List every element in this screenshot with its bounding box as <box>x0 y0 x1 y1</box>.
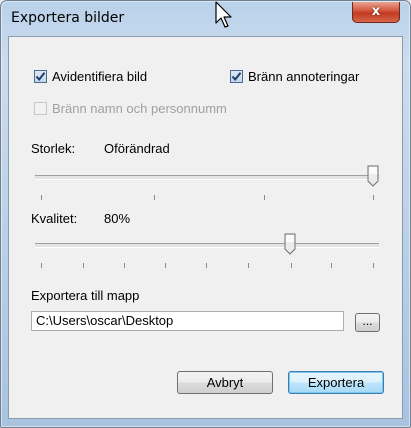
mouse-cursor-icon <box>215 1 232 28</box>
title-bar[interactable]: Exportera bilder x <box>1 1 410 35</box>
size-value: Oförändrad <box>104 141 170 156</box>
slider-tick <box>154 195 155 200</box>
slider-tick <box>41 195 42 200</box>
checkbox-box <box>34 102 47 115</box>
slider-tick <box>83 263 84 268</box>
slider-tick <box>264 195 265 200</box>
burn-name-checkbox: Bränn namn och personnumm <box>34 101 227 116</box>
export-folder-label: Exportera till mapp <box>31 288 140 303</box>
burn-annotations-label: Bränn annoteringar <box>248 69 360 84</box>
slider-tick <box>373 263 374 268</box>
browse-button[interactable]: ... <box>355 313 380 332</box>
checkbox-box[interactable] <box>230 70 243 83</box>
export-folder-input[interactable]: C:\Users\oscar\Desktop <box>31 311 344 331</box>
quality-slider-track <box>35 243 379 248</box>
window-title: Exportera bilder <box>11 10 125 26</box>
slider-tick <box>291 263 292 268</box>
size-slider-track <box>35 175 379 180</box>
export-button[interactable]: Exportera <box>288 371 384 394</box>
quality-value: 80% <box>104 211 131 226</box>
dialog-content: Avidentifiera bild Bränn annoteringar Br… <box>8 36 403 419</box>
checkbox-box[interactable] <box>34 70 47 83</box>
export-images-dialog: Exportera bilder x Avidentifiera bild Br… <box>0 0 411 428</box>
slider-tick <box>165 263 166 268</box>
burn-annotations-checkbox[interactable]: Bränn annoteringar <box>230 69 359 84</box>
slider-tick <box>248 263 249 268</box>
quality-label: Kvalitet: <box>31 211 78 226</box>
slider-tick <box>373 195 374 200</box>
checkmark-icon <box>231 72 242 82</box>
quality-slider[interactable] <box>35 233 379 273</box>
slider-tick <box>331 263 332 268</box>
anonymize-checkbox[interactable]: Avidentifiera bild <box>34 69 147 84</box>
slider-tick <box>124 263 125 268</box>
size-label: Storlek: <box>31 141 76 156</box>
cancel-button[interactable]: Avbryt <box>177 371 273 394</box>
checkmark-icon <box>35 72 46 82</box>
slider-tick <box>41 263 42 268</box>
quality-slider-thumb[interactable] <box>284 233 296 255</box>
close-icon: x <box>371 4 381 19</box>
burn-name-label: Bränn namn och personnumm <box>52 101 227 116</box>
close-button[interactable]: x <box>352 2 400 23</box>
size-slider-thumb[interactable] <box>367 165 379 187</box>
slider-tick <box>206 263 207 268</box>
size-slider[interactable] <box>35 165 379 205</box>
anonymize-label: Avidentifiera bild <box>52 69 148 84</box>
